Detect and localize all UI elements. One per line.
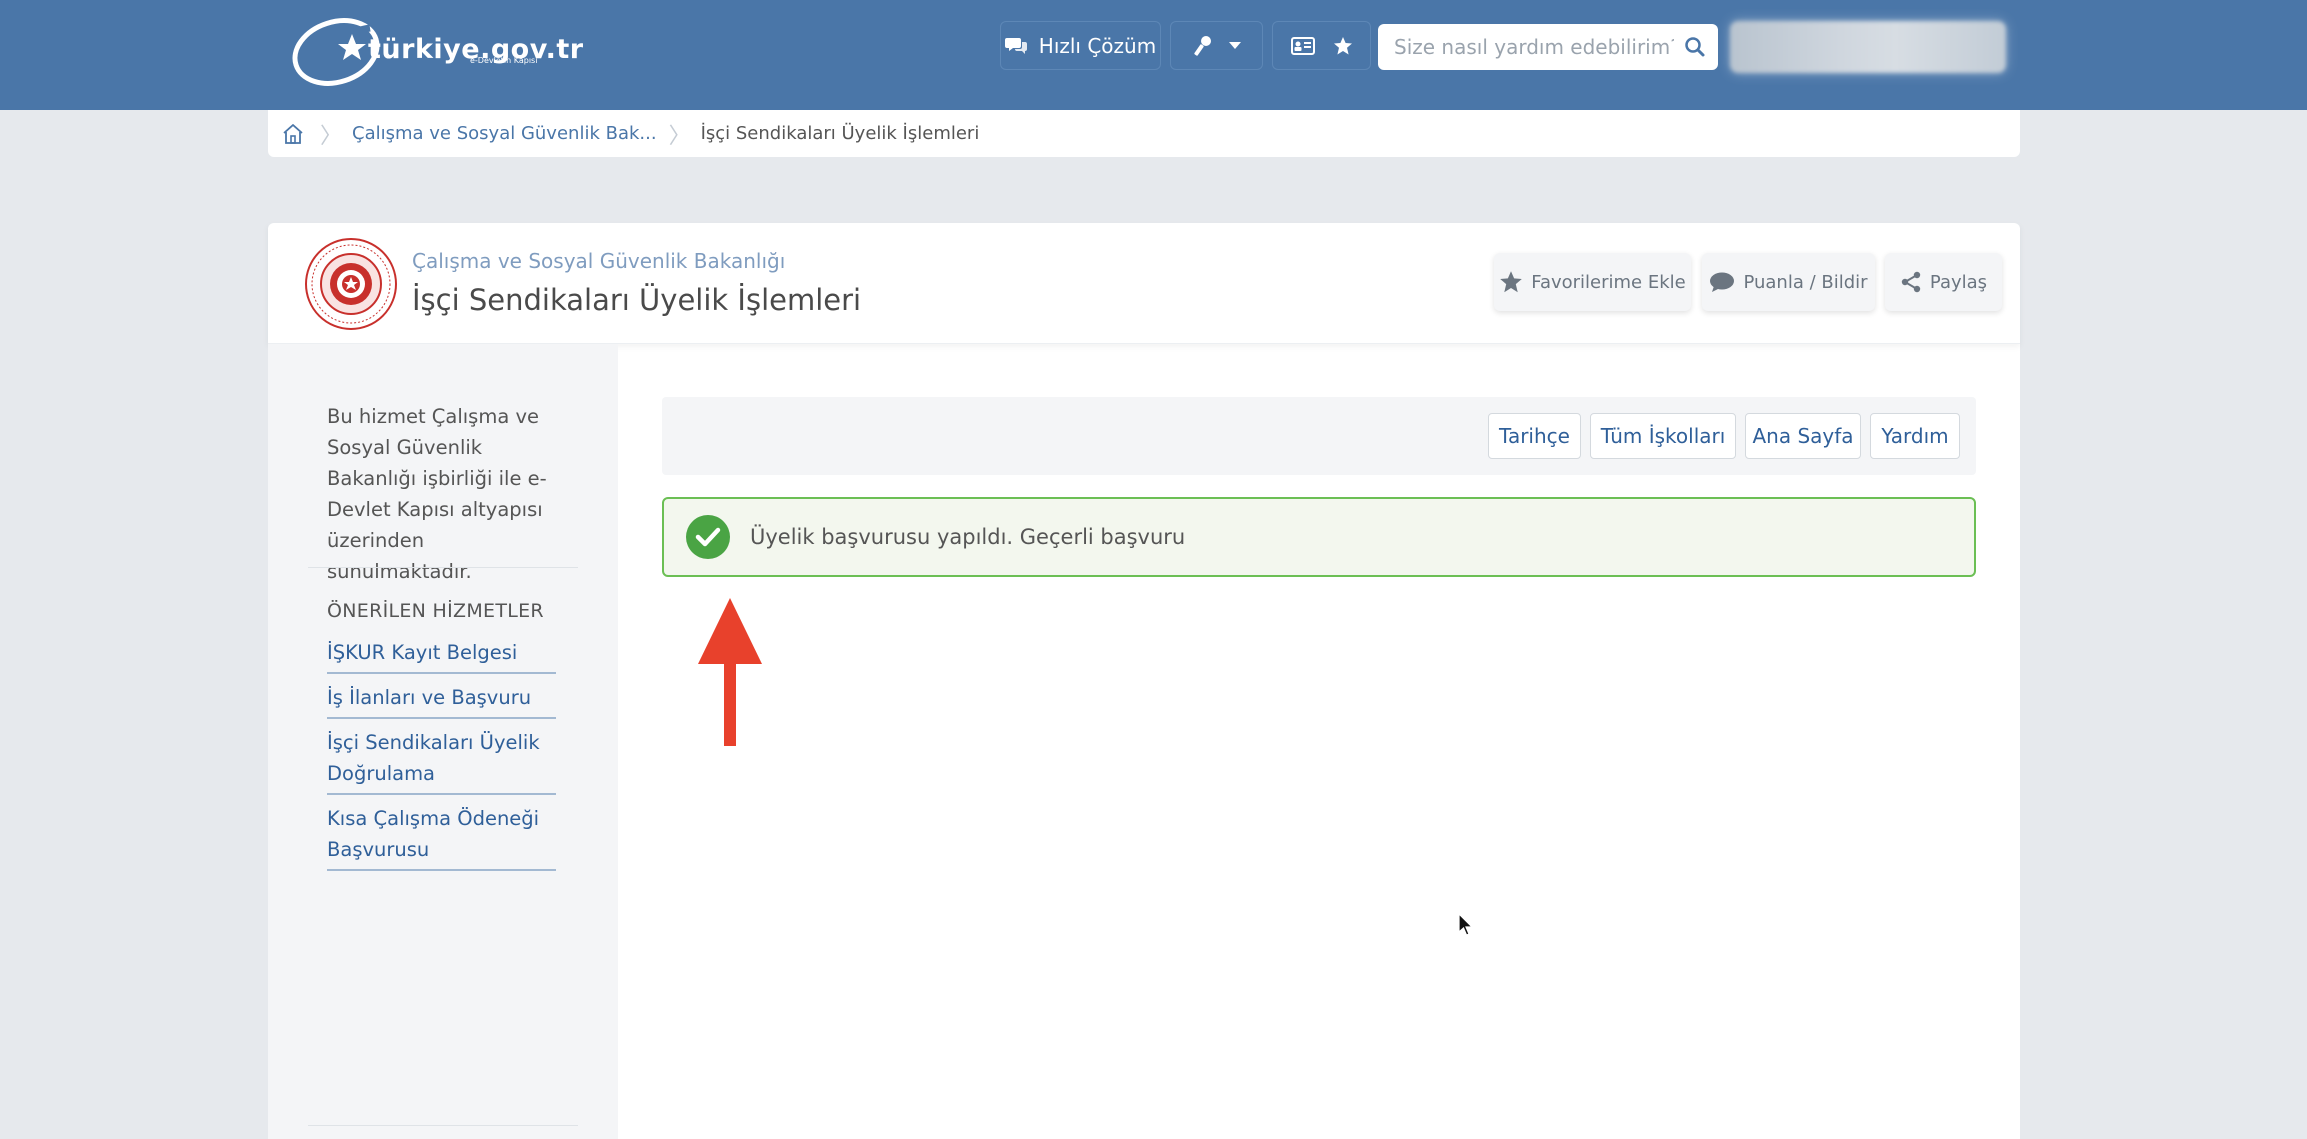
- history-button[interactable]: Tarihçe: [1488, 413, 1581, 459]
- search-icon[interactable]: [1684, 36, 1706, 58]
- service-card: Çalışma ve Sosyal Güvenlik Bakanlığı İşç…: [268, 223, 2020, 1139]
- all-sectors-button[interactable]: Tüm İşkolları: [1590, 413, 1736, 459]
- service-header: Çalışma ve Sosyal Güvenlik Bakanlığı İşç…: [268, 223, 2020, 344]
- share-button[interactable]: Paylaş: [1885, 253, 2002, 311]
- user-profile-button[interactable]: [1730, 21, 2006, 73]
- mouse-cursor-icon: [1458, 913, 1474, 936]
- breadcrumb: 〉 Çalışma ve Sosyal Güvenlik Bak... 〉 İş…: [268, 110, 2020, 157]
- top-navigation-bar: türkiye.gov.tr e-Devletin Kapısı Hızlı Ç…: [0, 0, 2307, 110]
- key-icon: [1193, 35, 1211, 56]
- home-icon[interactable]: [278, 119, 308, 149]
- service-toolbar: Tarihçe Tüm İşkolları Ana Sayfa Yardım: [662, 397, 1976, 475]
- identity-favorites-button[interactable]: [1272, 21, 1371, 70]
- recommended-service-union-verification-link[interactable]: İşçi Sendikaları Üyelik Doğrulama: [327, 727, 556, 795]
- id-card-icon: [1290, 36, 1315, 55]
- home-page-button[interactable]: Ana Sayfa: [1745, 413, 1861, 459]
- breadcrumb-separator: 〉: [320, 123, 343, 149]
- quick-solution-label: Hızlı Çözüm: [1038, 33, 1157, 58]
- quick-solution-button[interactable]: Hızlı Çözüm: [1000, 21, 1161, 70]
- breadcrumb-current-page: İşçi Sendikaları Üyelik İşlemleri: [700, 123, 980, 144]
- search-box: [1378, 24, 1718, 70]
- login-menu-button[interactable]: [1170, 21, 1263, 70]
- ministry-name[interactable]: Çalışma ve Sosyal Güvenlik Bakanlığı: [412, 249, 785, 273]
- add-to-favorites-button[interactable]: Favorilerime Ekle: [1494, 253, 1691, 311]
- rate-report-label: Puanla / Bildir: [1743, 271, 1868, 293]
- speech-bubble-icon: [1710, 272, 1735, 292]
- recommended-services-list: İŞKUR Kayıt Belgesi İş İlanları ve Başvu…: [327, 637, 556, 879]
- add-to-favorites-label: Favorilerime Ekle: [1531, 271, 1686, 293]
- page-title: İşçi Sendikaları Üyelik İşlemleri: [412, 283, 862, 317]
- alert-message: Üyelik başvurusu yapıldı. Geçerli başvur…: [750, 525, 1186, 549]
- service-sidebar: Bu hizmet Çalışma ve Sosyal Güvenlik Bak…: [268, 344, 618, 1139]
- annotation-arrow-icon: [698, 598, 762, 746]
- chat-icon: [1004, 37, 1027, 54]
- turkiye-gov-logo[interactable]: türkiye.gov.tr: [286, 14, 584, 88]
- caret-down-icon: [1228, 41, 1241, 49]
- rate-report-button[interactable]: Puanla / Bildir: [1702, 253, 1875, 311]
- recommended-service-job-postings-link[interactable]: İş İlanları ve Başvuru: [327, 682, 556, 719]
- success-alert: Üyelik başvurusu yapıldı. Geçerli başvur…: [662, 497, 1976, 577]
- sidebar-divider: [308, 1125, 578, 1126]
- share-icon: [1901, 271, 1921, 293]
- logo-slogan: e-Devletin Kapısı: [470, 56, 538, 65]
- help-button[interactable]: Yardım: [1870, 413, 1960, 459]
- ministry-emblem-icon: [305, 238, 397, 330]
- breadcrumb-separator: 〉: [668, 123, 691, 149]
- breadcrumb-ministry-link[interactable]: Çalışma ve Sosyal Güvenlik Bak...: [352, 123, 657, 144]
- check-circle-icon: [686, 515, 730, 559]
- star-icon: [1500, 271, 1523, 293]
- share-label: Paylaş: [1929, 271, 1988, 293]
- recommended-services-heading: ÖNERİLEN HİZMETLER: [327, 600, 544, 622]
- recommended-service-iskur-link[interactable]: İŞKUR Kayıt Belgesi: [327, 637, 556, 674]
- service-provider-info: Bu hizmet Çalışma ve Sosyal Güvenlik Bak…: [327, 405, 547, 583]
- recommended-service-short-work-link[interactable]: Kısa Çalışma Ödeneği Başvurusu: [327, 803, 556, 871]
- star-icon: [1333, 36, 1352, 54]
- sidebar-divider: [308, 567, 578, 568]
- search-input[interactable]: [1392, 34, 1676, 60]
